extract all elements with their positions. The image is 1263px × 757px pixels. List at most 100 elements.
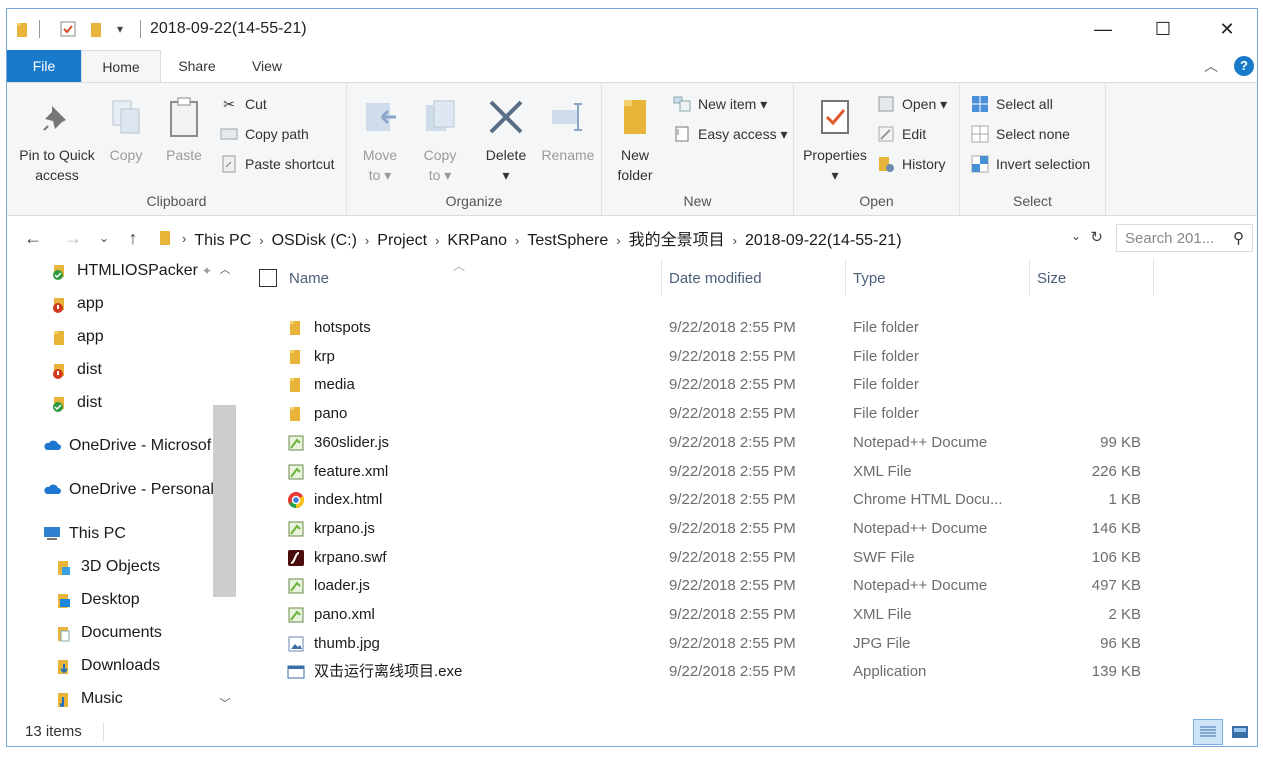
column-divider[interactable] — [661, 259, 662, 295]
breadcrumb-chevron-icon[interactable]: › — [365, 233, 369, 248]
cut-button[interactable]: ✂ Cut — [219, 91, 267, 117]
open-button[interactable]: Open ▾ — [876, 91, 947, 117]
new-item-button[interactable]: New item ▾ — [672, 91, 767, 117]
column-header-size[interactable]: Size — [1037, 259, 1157, 297]
file-row[interactable]: pano 9/22/2018 2:55 PM File folder — [279, 400, 1179, 428]
forward-arrow-icon[interactable]: → — [59, 221, 87, 255]
delete-button[interactable]: Delete ▾ — [481, 89, 531, 185]
scroll-down-icon[interactable]: ﹀ — [215, 695, 235, 711]
breadcrumb-chevron-icon[interactable]: › — [435, 233, 439, 248]
copy-button[interactable]: Copy — [103, 89, 149, 165]
move-to-button[interactable]: Move to ▾ — [355, 89, 405, 185]
file-row[interactable]: pano.xml 9/22/2018 2:55 PM XML File 2 KB — [279, 601, 1179, 629]
file-row[interactable]: loader.js 9/22/2018 2:55 PM Notepad++ Docu… — [279, 572, 1179, 600]
breadcrumb-item[interactable]: Project — [377, 232, 427, 249]
nav-item[interactable]: dist — [51, 356, 102, 384]
breadcrumb-item[interactable]: TestSphere — [527, 232, 608, 249]
rename-button[interactable]: Rename — [539, 89, 597, 165]
column-header-name[interactable]: Name — [289, 259, 649, 297]
maximize-button[interactable]: ☐ — [1133, 9, 1193, 49]
delete-dropdown-arrow[interactable]: ▾ — [481, 165, 531, 185]
breadcrumb-chevron-icon[interactable]: › — [259, 233, 263, 248]
tab-file[interactable]: File — [7, 50, 81, 82]
scroll-up-icon[interactable]: ︿ — [215, 261, 235, 277]
nav-item[interactable]: OneDrive - Microsof — [43, 432, 211, 460]
breadcrumb-chevron-icon[interactable]: › — [515, 233, 519, 248]
copy-to-button[interactable]: Copy to ▾ — [415, 89, 465, 185]
large-icons-view-icon[interactable] — [1227, 719, 1253, 745]
recent-locations-chevron-icon[interactable]: ⌄ — [93, 221, 115, 255]
select-none-button[interactable]: Select none — [970, 121, 1070, 147]
properties-button[interactable]: Properties ▾ — [798, 89, 872, 185]
copy-path-button[interactable]: Copy path — [219, 121, 309, 147]
breadcrumb-item[interactable]: 2018-09-22(14-55-21) — [745, 232, 902, 249]
help-icon[interactable]: ? — [1234, 56, 1254, 76]
nav-scrollbar-thumb[interactable] — [213, 405, 236, 597]
edit-button[interactable]: Edit — [876, 121, 926, 147]
nav-item[interactable]: OneDrive - Personal — [43, 476, 214, 504]
file-row[interactable]: hotspots 9/22/2018 2:55 PM File folder — [279, 314, 1179, 342]
file-row[interactable]: thumb.jpg 9/22/2018 2:55 PM JPG File 96 KB — [279, 630, 1179, 658]
search-icon[interactable]: ⚲ — [1233, 229, 1244, 247]
minimize-button[interactable]: — — [1073, 9, 1133, 49]
tab-view[interactable]: View — [237, 50, 297, 82]
breadcrumb-item[interactable]: OSDisk (C:) — [272, 232, 357, 249]
address-dropdown-icon[interactable]: ⌄ — [1071, 229, 1081, 243]
nav-item[interactable]: Music — [55, 685, 123, 713]
details-view-icon[interactable] — [1193, 719, 1223, 745]
nav-item[interactable]: Documents — [55, 619, 162, 647]
history-button[interactable]: History — [876, 151, 946, 177]
breadcrumb-chevron-icon[interactable]: › — [616, 233, 620, 248]
file-row[interactable]: index.html 9/22/2018 2:55 PM Chrome HTML D… — [279, 486, 1179, 514]
paste-shortcut-button[interactable]: Paste shortcut — [219, 151, 335, 177]
up-arrow-icon[interactable]: ↑ — [121, 221, 145, 255]
nav-item[interactable]: HTMLIOSPacker ✦ — [51, 259, 212, 285]
collapse-ribbon-icon[interactable]: ︿ — [1199, 50, 1223, 82]
search-box[interactable]: Search 201... ⚲ — [1116, 224, 1253, 252]
customize-quick-access-icon[interactable]: ▾ — [117, 19, 123, 39]
close-button[interactable]: ✕ — [1197, 9, 1257, 49]
nav-item[interactable]: 3D Objects — [55, 553, 160, 581]
nav-item[interactable]: dist — [51, 389, 102, 417]
file-row[interactable]: 360slider.js 9/22/2018 2:55 PM Notepad++ D… — [279, 429, 1179, 457]
properties-quick-icon[interactable] — [59, 19, 77, 39]
file-row[interactable]: feature.xml 9/22/2018 2:55 PM XML File 226 … — [279, 458, 1179, 486]
column-header-date[interactable]: Date modified — [669, 259, 839, 297]
file-row[interactable]: krpano.swf 9/22/2018 2:55 PM SWF File 106 K… — [279, 544, 1179, 572]
address-bar-row: ← → ⌄ ↑ › This PC › OSDisk (C:) › Project › KR… — [7, 221, 1257, 255]
nav-item[interactable]: app — [51, 323, 104, 351]
address-bar[interactable]: › This PC › OSDisk (C:) › Project › KRPano › Tes… — [153, 224, 1108, 252]
file-row[interactable]: 双击运行离线项目.exe 9/22/2018 2:55 PM Application… — [279, 658, 1179, 686]
breadcrumb-item[interactable]: 我的全景项目 — [629, 232, 725, 249]
column-header-type[interactable]: Type — [853, 259, 1023, 297]
nav-item[interactable]: app — [51, 290, 104, 318]
breadcrumb-chevron-icon[interactable]: › — [182, 231, 186, 246]
file-row[interactable]: krp 9/22/2018 2:55 PM File folder — [279, 343, 1179, 371]
breadcrumb-item[interactable]: This PC — [194, 232, 251, 249]
tab-share[interactable]: Share — [167, 50, 227, 82]
file-row[interactable]: media 9/22/2018 2:55 PM File folder — [279, 371, 1179, 399]
nav-item[interactable]: Desktop — [55, 586, 140, 614]
column-divider[interactable] — [1153, 259, 1154, 295]
file-date: 9/22/2018 2:55 PM — [669, 577, 796, 595]
new-folder-button[interactable]: New folder — [610, 89, 660, 185]
select-all-button[interactable]: Select all — [970, 91, 1053, 117]
select-all-checkbox[interactable] — [259, 269, 277, 287]
tab-home[interactable]: Home — [81, 50, 161, 83]
back-arrow-icon[interactable]: ← — [19, 221, 47, 255]
paste-button[interactable]: Paste — [157, 89, 211, 165]
file-row[interactable]: krpano.js 9/22/2018 2:55 PM Notepad++ Docu… — [279, 515, 1179, 543]
invert-selection-button[interactable]: Invert selection — [970, 151, 1090, 177]
breadcrumb-item[interactable]: KRPano — [447, 232, 507, 249]
breadcrumb-chevron-icon[interactable]: › — [733, 233, 737, 248]
nav-item[interactable]: This PC — [43, 520, 126, 548]
properties-dropdown-arrow[interactable]: ▾ — [798, 165, 872, 185]
easy-access-button[interactable]: Easy access ▾ — [672, 121, 788, 147]
refresh-icon[interactable]: ↻ — [1090, 228, 1103, 246]
new-folder-quick-icon[interactable] — [89, 19, 103, 39]
pin-to-quick-access-button[interactable]: Pin to Quick access — [13, 89, 101, 185]
column-divider[interactable] — [1029, 259, 1030, 295]
column-divider[interactable] — [845, 259, 846, 295]
nav-item[interactable]: Downloads — [55, 652, 160, 680]
desktop-folder-icon — [55, 592, 73, 608]
